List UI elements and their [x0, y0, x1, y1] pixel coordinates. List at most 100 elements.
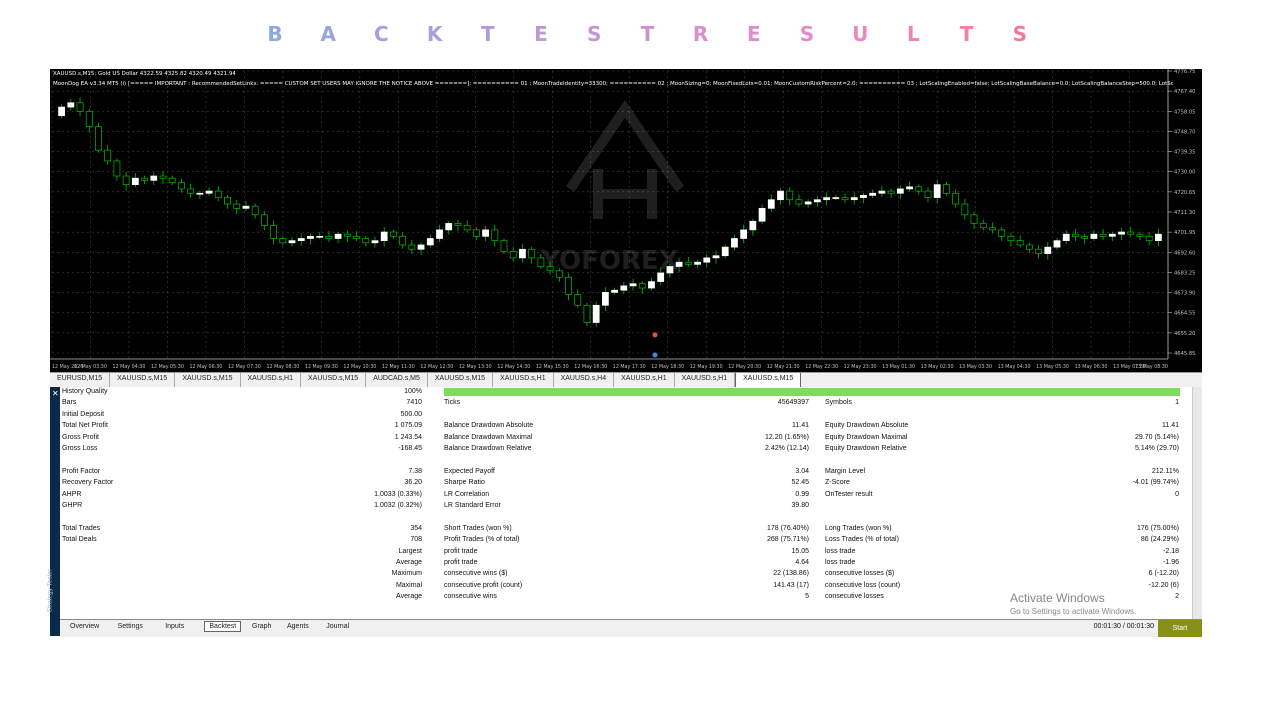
banner-letter: S: [799, 22, 815, 46]
activate-windows-notice: Activate Windows Go to Settings to activ…: [1010, 591, 1136, 616]
stat-value: -4.01 (99.74%): [1132, 479, 1179, 487]
candle: [509, 251, 517, 259]
candle: [371, 240, 379, 244]
candle: [684, 261, 692, 265]
tester-bottom-bar: Overview Settings Inputs Backtest Graph Agent…: [60, 619, 1202, 637]
results-row: Total Net Profit 1 075.09 Balance Drawdown…: [60, 421, 1193, 432]
time-label: 12 May 07:30: [228, 364, 261, 370]
candle: [297, 238, 305, 242]
tester-tab-inputs[interactable]: Inputs: [165, 623, 184, 630]
symbol-tab[interactable]: XAUUSD.s,M15: [301, 373, 367, 387]
candle: [961, 203, 969, 216]
price-chart[interactable]: 4776.75 4767.40 4758.05 4748.70 4739.35 4730.…: [50, 69, 1202, 372]
tester-tab-agents[interactable]: Agents: [287, 623, 309, 630]
stat-value: 1.0033 (0.33%): [374, 490, 422, 498]
stat-label: consecutive losses ($): [825, 570, 895, 578]
stat-label: Z-Score: [825, 479, 850, 487]
candle: [141, 177, 148, 181]
candle: [122, 175, 130, 185]
tester-tab-graph[interactable]: Graph: [252, 623, 271, 630]
symbol-tab[interactable]: XAUUSD.s,H4: [554, 373, 615, 387]
candle: [565, 276, 572, 295]
candle: [795, 199, 803, 205]
tester-tab-settings[interactable]: Settings: [118, 623, 143, 630]
tester-tab-journal[interactable]: Journal: [326, 623, 349, 630]
symbol-tab[interactable]: XAUUSD.s,M15: [735, 373, 802, 388]
symbol-tab[interactable]: XAUUSD.s,H1: [493, 373, 554, 387]
banner-letter: R: [692, 22, 709, 46]
symbol-tab[interactable]: AUDCAD.s,M5: [366, 373, 428, 387]
stat-label: Balance Drawdown Absolute: [444, 422, 534, 430]
stat-label: Short Trades (won %): [444, 524, 512, 532]
stat-value: 22 (138.86): [773, 570, 809, 578]
symbol-tab[interactable]: XAUUSD.s,H1: [241, 373, 302, 387]
stat-value: 11.41: [792, 422, 809, 430]
time-label: 12 May 06:30: [189, 364, 222, 370]
symbol-tab[interactable]: XAUUSD.s,M15: [428, 373, 494, 387]
candle: [1016, 240, 1024, 246]
candle: [878, 190, 886, 194]
stat-value: 5.14% (29.70): [1135, 445, 1179, 452]
candle: [952, 192, 960, 205]
candle: [620, 285, 628, 291]
candle: [1090, 233, 1098, 239]
stat-label: AHPR: [62, 490, 82, 498]
candle: [813, 199, 821, 203]
time-label: 12 May 10:30: [343, 364, 376, 370]
candle: [943, 184, 950, 194]
candle: [233, 203, 241, 209]
stat-value: 708: [410, 536, 422, 544]
stat-value: 52.45: [791, 479, 809, 487]
stat-label: Ticks: [444, 399, 461, 407]
time-label: 12 May 16:30: [574, 364, 607, 370]
banner-letter: S: [1012, 22, 1027, 46]
time-label: 13 May 02:30: [921, 364, 954, 370]
time-label: 12 May 12:30: [420, 364, 453, 370]
results-scrollbar[interactable]: [1192, 387, 1202, 619]
activate-subtitle: Go to Settings to activate Windows.: [1010, 607, 1137, 616]
banner-letter: A: [320, 22, 336, 46]
price-label: 4711.30: [1174, 210, 1195, 216]
candle: [998, 229, 1006, 237]
stat-label: Total Trades: [62, 524, 101, 532]
tester-tab-backtest[interactable]: Backtest: [204, 621, 242, 632]
tester-tab-overview[interactable]: Overview: [70, 623, 99, 630]
start-button[interactable]: Start: [1158, 620, 1202, 637]
symbol-tab[interactable]: XAUUSD.s,M15: [110, 373, 176, 387]
candle: [841, 197, 849, 201]
banner-letter: S: [586, 22, 602, 46]
price-label: 4701.95: [1174, 230, 1195, 236]
candle: [343, 233, 351, 237]
time-label: 12 May 19:30: [690, 364, 723, 370]
candle: [187, 188, 195, 194]
candle: [260, 214, 268, 226]
banner-letter: T: [959, 22, 974, 46]
candle: [482, 229, 489, 237]
candle: [242, 205, 250, 209]
candle: [694, 261, 701, 265]
candlestick-chart: 4776.75 4767.40 4758.05 4748.70 4739.35 4730.…: [50, 69, 1195, 370]
candle: [67, 102, 75, 108]
symbol-tab[interactable]: EURUSD,M15: [50, 373, 111, 387]
symbol-info: XAUUSD.s,M15: Gold US Dollar 4322.59 432…: [53, 71, 236, 77]
candle: [1127, 231, 1135, 235]
banner-letter: E: [746, 22, 761, 46]
stat-value: 1 243.54: [394, 433, 422, 441]
symbol-tab[interactable]: XAUUSD.s,H1: [675, 373, 736, 387]
candle: [205, 190, 213, 194]
stat-label: Loss Trades (% of total): [825, 536, 899, 544]
candle: [196, 192, 204, 195]
candle: [1053, 240, 1061, 248]
stat-label: consecutive losses: [825, 593, 884, 601]
stat-value: 39.80: [791, 502, 809, 509]
close-icon[interactable]: ✕: [52, 389, 59, 398]
candle: [519, 248, 526, 259]
stat-label: consecutive profit (count): [444, 581, 523, 589]
stat-value: 5: [805, 593, 809, 601]
symbol-tab[interactable]: XAUUSD.s,H1: [614, 373, 675, 387]
activate-title: Activate Windows: [1010, 591, 1105, 605]
candle: [933, 184, 941, 198]
symbol-tab[interactable]: XAUUSD.s,M15: [175, 373, 241, 387]
candle: [362, 238, 370, 244]
candle: [1136, 233, 1144, 237]
